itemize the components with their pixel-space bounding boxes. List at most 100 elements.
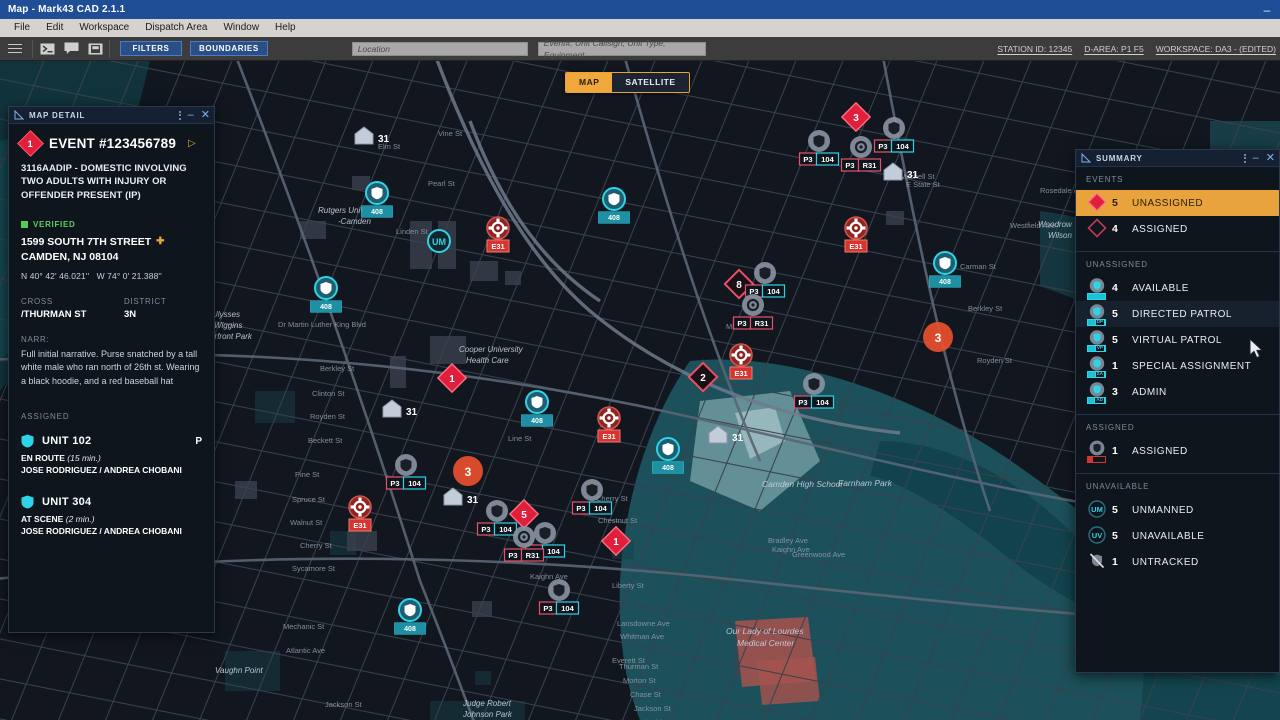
map-marker-event-diamond-open[interactable]: 2 xyxy=(687,361,719,393)
dispatch-area-link[interactable]: D-AREA: P1 F5 xyxy=(1084,44,1144,54)
menu-item-file[interactable]: File xyxy=(6,19,38,37)
map-marker-unit-shield-gray[interactable]: P3104 xyxy=(873,117,915,153)
toolbar-divider-2 xyxy=(109,39,110,58)
summary-row-icon xyxy=(1086,192,1108,214)
svg-text:5: 5 xyxy=(521,510,527,521)
summary-row-untracked[interactable]: 1 UNTRACKED xyxy=(1076,549,1279,575)
search-input[interactable]: Event#, Unit Callsign, Unit Type, Equipm… xyxy=(537,38,706,60)
close-icon[interactable]: ✕ xyxy=(201,109,210,121)
map-marker-unit-radio-red[interactable]: E31 xyxy=(486,216,510,253)
map-marker-unit-shield-cyan[interactable]: 408 xyxy=(394,598,426,635)
menu-item-edit[interactable]: Edit xyxy=(38,19,71,37)
map-marker-station[interactable]: 31 xyxy=(354,126,390,145)
hamburger-icon[interactable] xyxy=(0,44,30,53)
minimize-icon[interactable]: – xyxy=(1253,152,1259,164)
unit-status-code: VP xyxy=(1094,345,1105,352)
application-window: Map - Mark43 CAD 2.1.1 – File Edit Works… xyxy=(0,0,1280,720)
summary-row-directed-patrol[interactable]: DP 5 DIRECTED PATROL xyxy=(1076,301,1279,327)
svg-text:E31: E31 xyxy=(849,242,862,251)
summary-row-assigned[interactable]: 1 ASSIGNED xyxy=(1076,438,1279,464)
summary-header[interactable]: SUMMARY – ✕ xyxy=(1076,150,1279,167)
map-marker-unit-shield-gray[interactable]: P3104 xyxy=(793,373,835,409)
unit-virtual-patrol-icon: VP xyxy=(1087,329,1107,352)
map-marker-unit-shield-cyan[interactable]: 408 xyxy=(929,251,961,288)
map-marker-unit-shield-gray[interactable]: P3104 xyxy=(798,130,840,166)
summary-row-unavailable[interactable]: UV 5 UNAVAILABLE xyxy=(1076,523,1279,549)
svg-text:3: 3 xyxy=(935,331,942,345)
summary-row-count: 5 xyxy=(1112,197,1118,209)
event-priority-badge: 1 xyxy=(17,130,44,157)
menu-item-help[interactable]: Help xyxy=(267,19,304,37)
close-icon[interactable]: ✕ xyxy=(1266,152,1275,164)
svg-text:E31: E31 xyxy=(353,521,366,530)
map-marker-unit-radio-red[interactable]: E31 xyxy=(844,216,868,253)
summary-row-icon xyxy=(1086,551,1108,573)
summary-row-unassigned[interactable]: 5 UNASSIGNED xyxy=(1076,190,1279,216)
map-marker-event-diamond-filled[interactable]: 3 xyxy=(840,101,872,133)
svg-text:8: 8 xyxy=(736,280,742,291)
map-marker-unit-unmanned[interactable]: UM xyxy=(427,229,451,253)
minimize-icon[interactable]: – xyxy=(188,109,194,121)
assigned-unit-row-2[interactable]: UNIT 304 AT SCENE (2 min.) JOSE RODRIGUE… xyxy=(21,495,202,536)
menu-item-dispatch-area[interactable]: Dispatch Area xyxy=(137,19,215,37)
address-line-2: CAMDEN, NJ 08104 xyxy=(21,250,119,263)
overflow-menu-icon[interactable] xyxy=(1243,153,1246,163)
summary-row-available[interactable]: 4 AVAILABLE xyxy=(1076,275,1279,301)
diamond-filled-icon xyxy=(1087,192,1107,214)
minimize-button[interactable]: – xyxy=(1254,0,1280,19)
overflow-menu-icon[interactable] xyxy=(178,110,181,120)
window-title: Map - Mark43 CAD 2.1.1 xyxy=(8,4,126,15)
map-marker-event-circle-orange[interactable]: 3 xyxy=(453,456,483,486)
map-marker-event-diamond-filled[interactable]: 1 xyxy=(600,525,632,557)
summary-row-assigned[interactable]: 4 ASSIGNED xyxy=(1076,216,1279,242)
map-marker-station[interactable]: 31 xyxy=(883,162,919,181)
map-marker-unit-radio-red[interactable]: E31 xyxy=(597,406,621,443)
map-marker-unit-shield-gray[interactable]: P3104 xyxy=(538,579,580,615)
summary-row-unmanned[interactable]: UM 5 UNMANNED xyxy=(1076,497,1279,523)
station-id-link[interactable]: STATION ID: 12345 xyxy=(997,44,1072,54)
map-marker-event-diamond-filled[interactable]: 1 xyxy=(436,362,468,394)
workspace-link[interactable]: WORKSPACE: DA3 - (EDITED) xyxy=(1156,44,1276,54)
map-marker-unit-shield-cyan[interactable]: 408 xyxy=(361,181,393,218)
map-marker-unit-radio-red[interactable]: E31 xyxy=(729,343,753,380)
unit-header: UNIT 102 P xyxy=(21,434,202,448)
map-marker-station[interactable]: 31 xyxy=(443,487,479,506)
boundaries-button[interactable]: BOUNDARIES xyxy=(190,41,268,56)
filters-button[interactable]: FILTERS xyxy=(120,41,182,56)
map-marker-unit-shield-gray[interactable]: P3104 xyxy=(744,262,786,298)
summary-row-label: DIRECTED PATROL xyxy=(1132,308,1232,320)
summary-row-special-assignment[interactable]: SA 1 SPECIAL ASSIGNMENT xyxy=(1076,353,1279,379)
event-number: EVENT #123456789 xyxy=(49,136,177,151)
map-detail-header[interactable]: MAP DETAIL – ✕ xyxy=(9,107,214,124)
map-marker-unit-shield-gray[interactable]: P3104 xyxy=(571,479,613,515)
summary-row-label: SPECIAL ASSIGNMENT xyxy=(1132,360,1252,372)
crosshair-icon[interactable]: ✚ xyxy=(156,235,164,249)
map-marker-unit-radio-gray[interactable]: P3 R31 xyxy=(732,294,774,330)
map-marker-station[interactable]: 31 xyxy=(382,399,418,418)
map-marker-event-circle-orange[interactable]: 3 xyxy=(923,322,953,352)
assigned-unit-row[interactable]: UNIT 102 P EN ROUTE (15 min.) JOSE RODRI… xyxy=(21,434,202,475)
menu-item-workspace[interactable]: Workspace xyxy=(71,19,137,37)
menu-item-window[interactable]: Window xyxy=(215,19,267,37)
map-marker-unit-radio-red[interactable]: E31 xyxy=(348,495,372,532)
map-marker-unit-shield-cyan[interactable]: 408 xyxy=(598,187,630,224)
terminal-icon[interactable] xyxy=(35,39,59,59)
svg-text:408: 408 xyxy=(320,304,332,311)
district-value: 3N xyxy=(124,308,137,320)
map-marker-unit-shield-gray[interactable]: P3104 xyxy=(476,500,518,536)
external-link-icon[interactable]: ▷ xyxy=(188,138,196,149)
location-input[interactable]: Location xyxy=(351,41,528,56)
map-marker-station[interactable]: 31 xyxy=(708,425,744,444)
map-marker-unit-shield-cyan[interactable]: 408 xyxy=(521,390,553,427)
summary-row-admin[interactable]: AD 3 ADMIN xyxy=(1076,379,1279,405)
summary-row-virtual-patrol[interactable]: VP 5 VIRTUAL PATROL xyxy=(1076,327,1279,353)
unit-status-bar: VP xyxy=(1087,345,1106,352)
chat-icon[interactable] xyxy=(59,39,83,59)
map-marker-unit-shield-cyan[interactable]: 408 xyxy=(310,276,342,313)
resize-grip-icon xyxy=(1081,153,1091,163)
narrative-label: NARR: xyxy=(21,334,50,344)
map-marker-unit-shield-gray[interactable]: P3104 xyxy=(385,454,427,490)
map-marker-unit-shield-cyan[interactable]: 408 xyxy=(652,437,684,474)
printer-icon[interactable] xyxy=(83,39,107,59)
event-priority-value: 1 xyxy=(27,138,34,149)
